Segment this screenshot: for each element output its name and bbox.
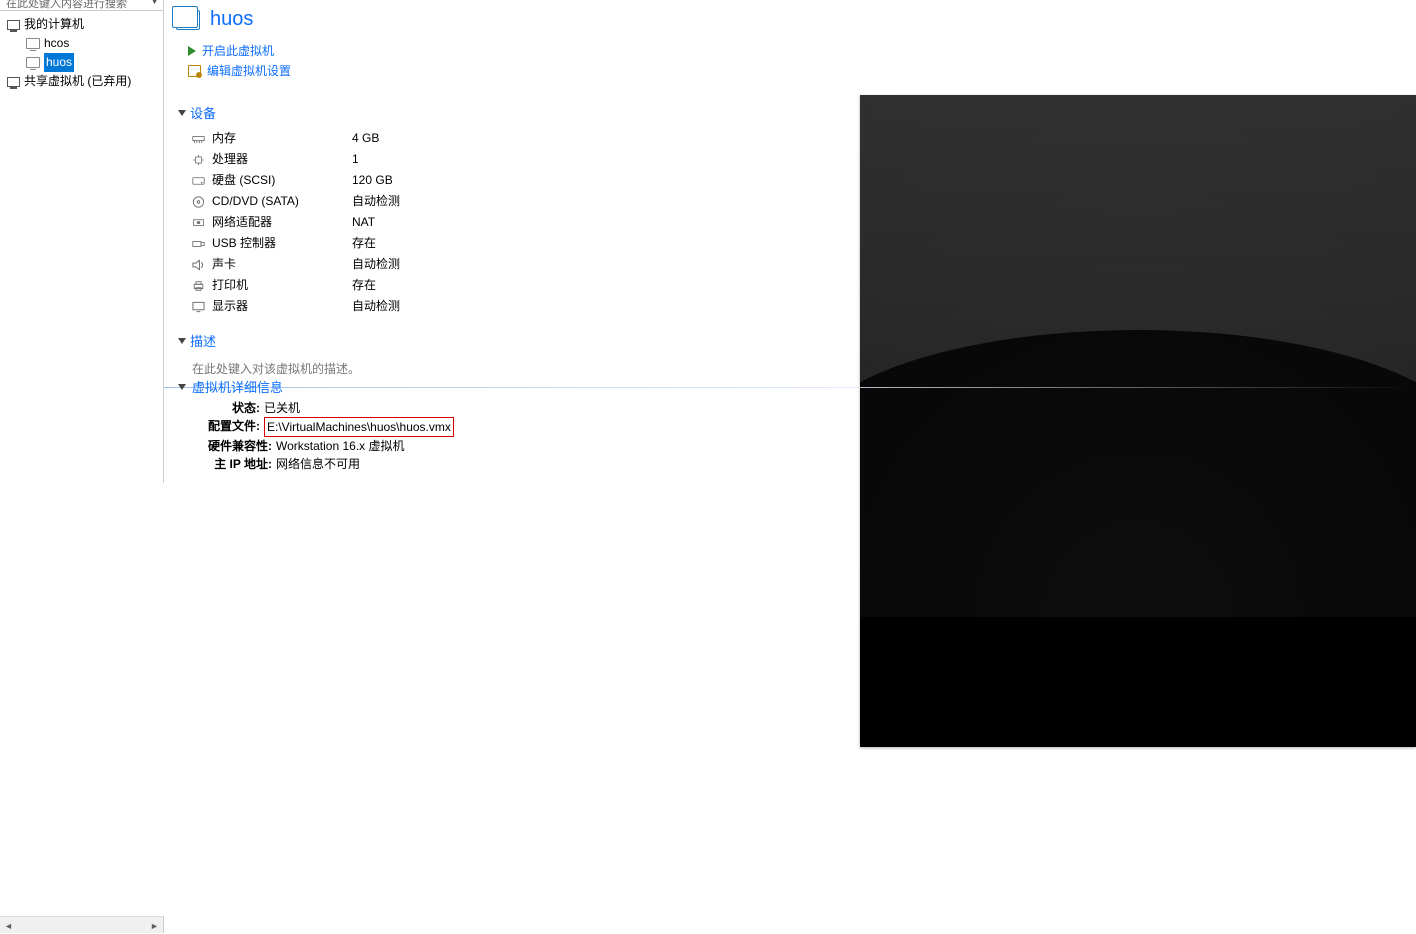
section-title: 虚拟机详细信息	[192, 377, 283, 396]
detail-value: E:\VirtualMachines\huos\huos.vmx	[264, 417, 454, 437]
library-tree: 我的计算机 hcos huos 共享虚拟机 (已弃用)	[0, 11, 163, 95]
device-row[interactable]: 显示器自动检测	[190, 296, 618, 317]
section-devices[interactable]: 设备	[178, 103, 618, 122]
play-icon	[188, 46, 196, 56]
device-name: 处理器	[212, 149, 352, 170]
device-name: 内存	[212, 128, 352, 149]
device-row[interactable]: 硬盘 (SCSI)120 GB	[190, 170, 618, 191]
section-details[interactable]: 虚拟机详细信息	[178, 377, 289, 396]
detail-ip: 主 IP 地址: 网络信息不可用	[194, 455, 1416, 473]
power-on-button[interactable]: 开启此虚拟机	[188, 41, 1416, 61]
vm-details: 虚拟机详细信息 状态: 已关机 配置文件: E:\VirtualMachines…	[164, 377, 1416, 483]
device-value: 自动检测	[352, 296, 400, 317]
tree-vm-label: huos	[44, 53, 74, 72]
device-name: USB 控制器	[212, 233, 352, 254]
device-name: 硬盘 (SCSI)	[212, 170, 352, 191]
tree-vm-huos[interactable]: huos	[2, 53, 161, 72]
shared-icon	[6, 75, 20, 89]
sidebar: 在此处键入内容进行搜索 ▼ 我的计算机 hcos huos 共享虚拟机 (	[0, 0, 164, 483]
device-value: 4 GB	[352, 128, 379, 149]
detail-label: 主 IP 地址:	[194, 455, 272, 473]
chevron-down-icon	[178, 338, 186, 344]
sidebar-scrollbar[interactable]: ◄ ►	[0, 916, 164, 933]
detail-config: 配置文件: E:\VirtualMachines\huos\huos.vmx	[194, 417, 1416, 437]
section-description[interactable]: 描述	[178, 331, 618, 350]
computer-icon	[6, 18, 20, 32]
scroll-left-icon[interactable]: ◄	[0, 917, 17, 934]
device-name: 显示器	[212, 296, 352, 317]
display-icon	[190, 301, 206, 313]
device-list: 内存4 GB处理器1硬盘 (SCSI)120 GBCD/DVD (SATA)自动…	[178, 128, 618, 317]
detail-value: Workstation 16.x 虚拟机	[276, 437, 405, 455]
vm-header: huos	[164, 0, 1416, 37]
device-value: 120 GB	[352, 170, 393, 191]
tree-vm-label: hcos	[44, 34, 69, 53]
detail-label: 硬件兼容性:	[194, 437, 272, 455]
detail-value: 已关机	[264, 399, 300, 417]
edit-settings-button[interactable]: 编辑虚拟机设置	[188, 61, 1416, 81]
action-label: 编辑虚拟机设置	[207, 61, 291, 81]
cpu-icon	[190, 154, 206, 166]
section-title: 描述	[190, 331, 216, 350]
device-value: NAT	[352, 212, 375, 233]
device-row[interactable]: 内存4 GB	[190, 128, 618, 149]
tree-label: 共享虚拟机 (已弃用)	[24, 72, 131, 91]
device-row[interactable]: 网络适配器NAT	[190, 212, 618, 233]
device-name: CD/DVD (SATA)	[212, 191, 352, 212]
device-name: 声卡	[212, 254, 352, 275]
search-input[interactable]: 在此处键入内容进行搜索 ▼	[0, 0, 163, 11]
vm-title: huos	[210, 8, 253, 31]
device-value: 存在	[352, 275, 376, 296]
vm-icon	[176, 10, 200, 30]
vm-icon	[26, 37, 40, 51]
chevron-down-icon	[178, 384, 186, 390]
device-row[interactable]: USB 控制器存在	[190, 233, 618, 254]
vm-icon	[26, 56, 40, 70]
device-name: 网络适配器	[212, 212, 352, 233]
memory-icon	[190, 133, 206, 145]
disk-icon	[190, 175, 206, 187]
scroll-right-icon[interactable]: ►	[146, 917, 163, 934]
device-row[interactable]: CD/DVD (SATA)自动检测	[190, 191, 618, 212]
disc-icon	[190, 196, 206, 208]
section-title: 设备	[190, 103, 216, 122]
device-row[interactable]: 声卡自动检测	[190, 254, 618, 275]
device-value: 1	[352, 149, 359, 170]
settings-icon	[188, 65, 201, 77]
description-input[interactable]: 在此处键入对该虚拟机的描述。	[178, 356, 618, 377]
tree-vm-hcos[interactable]: hcos	[2, 34, 161, 53]
action-label: 开启此虚拟机	[202, 41, 274, 61]
description-placeholder: 在此处键入对该虚拟机的描述。	[192, 362, 360, 376]
detail-hw: 硬件兼容性: Workstation 16.x 虚拟机	[194, 437, 1416, 455]
device-row[interactable]: 打印机存在	[190, 275, 618, 296]
detail-state: 状态: 已关机	[194, 399, 1416, 417]
detail-label: 配置文件:	[194, 417, 260, 437]
device-value: 存在	[352, 233, 376, 254]
device-row[interactable]: 处理器1	[190, 149, 618, 170]
detail-label: 状态:	[194, 399, 260, 417]
tree-label: 我的计算机	[24, 15, 84, 34]
tree-shared-vms[interactable]: 共享虚拟机 (已弃用)	[2, 72, 161, 91]
dropdown-icon: ▼	[150, 0, 159, 5]
device-name: 打印机	[212, 275, 352, 296]
usb-icon	[190, 238, 206, 250]
detail-value: 网络信息不可用	[276, 455, 360, 473]
tree-my-computer[interactable]: 我的计算机	[2, 15, 161, 34]
chevron-down-icon	[178, 110, 186, 116]
device-value: 自动检测	[352, 191, 400, 212]
device-value: 自动检测	[352, 254, 400, 275]
search-placeholder: 在此处键入内容进行搜索	[6, 0, 127, 10]
sound-icon	[190, 259, 206, 271]
vm-summary: huos 开启此虚拟机 编辑虚拟机设置 设备 内存4 GB处理器1硬盘 (SCS…	[164, 0, 1416, 483]
net-icon	[190, 217, 206, 229]
printer-icon	[190, 280, 206, 292]
vm-actions: 开启此虚拟机 编辑虚拟机设置	[164, 37, 1416, 89]
